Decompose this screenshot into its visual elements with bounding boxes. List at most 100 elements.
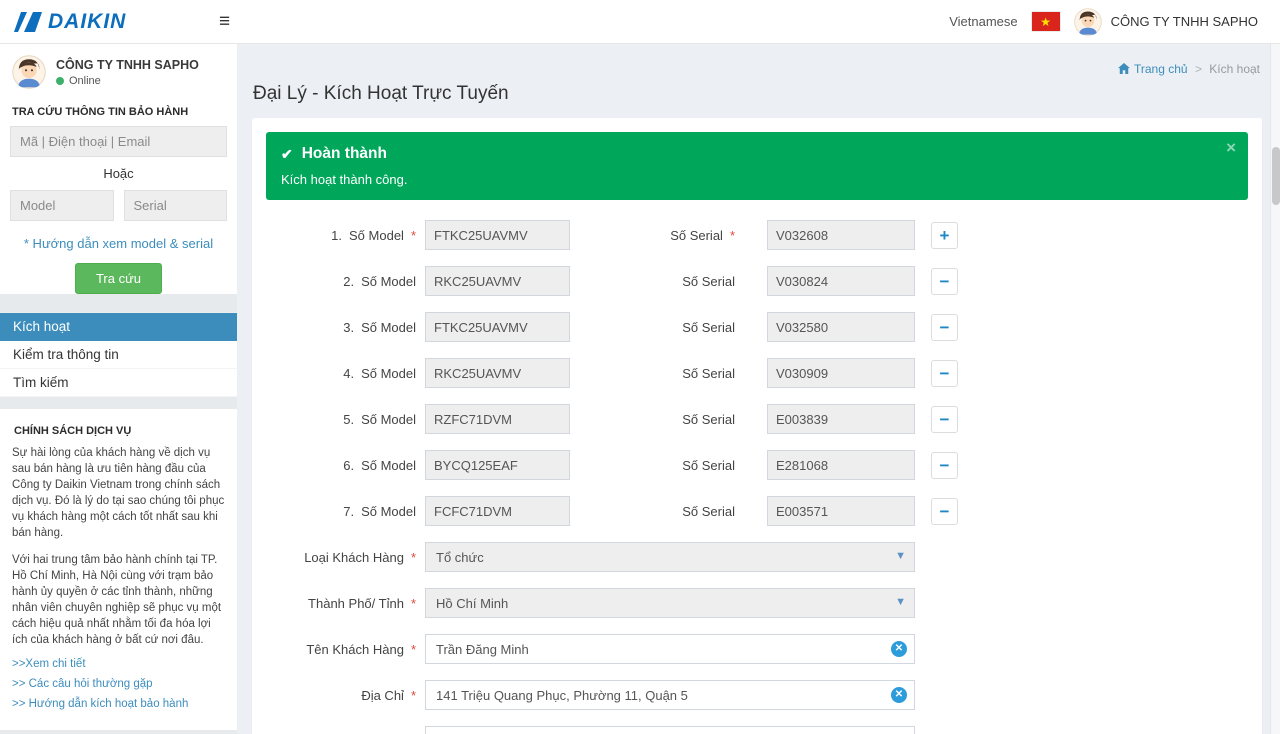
sidebar-user-name: CÔNG TY TNHH SAPHO: [56, 57, 199, 73]
header-user-name: CÔNG TY TNHH SAPHO: [1111, 14, 1258, 29]
lookup-title: TRA CỨU THÔNG TIN BẢO HÀNH: [10, 100, 227, 126]
model-label: 7.Số Model: [266, 504, 416, 519]
model-serial-row: 6.Số Model Số Serial −: [266, 450, 1248, 480]
model-serial-row: 4.Số Model Số Serial −: [266, 358, 1248, 388]
address-input[interactable]: [425, 680, 915, 710]
service-policy-panel: CHÍNH SÁCH DỊCH VỤ Sự hài lòng của khách…: [0, 409, 237, 730]
serial-label: Số Serial: [570, 504, 735, 519]
customer-name-input[interactable]: [425, 634, 915, 664]
address-row: Địa Chỉ* ✕: [266, 680, 1248, 710]
sidebar: CÔNG TY TNHH SAPHO Online TRA CỨU THÔNG …: [0, 44, 237, 734]
model-input[interactable]: [425, 496, 570, 526]
alert-title: Hoàn thành: [302, 145, 387, 163]
model-serial-row: 5.Số Model Số Serial −: [266, 404, 1248, 434]
remove-row-button[interactable]: −: [931, 314, 958, 341]
hamburger-menu-icon[interactable]: ≡: [219, 12, 230, 31]
success-alert: ✔ Hoàn thành Kích hoạt thành công. ×: [266, 132, 1248, 200]
serial-input[interactable]: [767, 266, 915, 296]
online-status-icon: [56, 77, 64, 85]
model-input[interactable]: [425, 358, 570, 388]
daikin-logo[interactable]: DAIKIN: [0, 10, 205, 34]
city-select[interactable]: Hồ Chí Minh: [425, 588, 915, 618]
policy-paragraph: Với hai trung tâm bảo hành chính tại TP.…: [12, 552, 225, 649]
warranty-lookup-panel: TRA CỨU THÔNG TIN BẢO HÀNH Hoặc * Hướng …: [0, 98, 237, 294]
lookup-search-input[interactable]: [10, 126, 227, 157]
model-input[interactable]: [425, 266, 570, 296]
faq-link[interactable]: >> Các câu hỏi thường gặp: [12, 678, 225, 690]
required-mark: *: [411, 228, 416, 243]
daikin-logo-icon: [14, 11, 42, 33]
model-input[interactable]: [425, 450, 570, 480]
check-icon: ✔: [281, 146, 293, 163]
brand-text: DAIKIN: [48, 10, 126, 34]
remove-row-button[interactable]: −: [931, 498, 958, 525]
model-serial-guide-link[interactable]: * Hướng dẫn xem model & serial: [10, 236, 227, 251]
home-icon: [1118, 63, 1130, 77]
customer-type-select[interactable]: Tổ chức: [425, 542, 915, 572]
serial-input[interactable]: [767, 450, 915, 480]
sidebar-avatar: [12, 55, 46, 89]
add-row-button[interactable]: +: [931, 222, 958, 249]
remove-row-button[interactable]: −: [931, 452, 958, 479]
remove-row-button[interactable]: −: [931, 406, 958, 433]
serial-label: Số Serial: [570, 366, 735, 381]
model-input[interactable]: [425, 404, 570, 434]
policy-title: CHÍNH SÁCH DỊCH VỤ: [12, 419, 225, 445]
scrollbar-thumb[interactable]: [1272, 147, 1280, 205]
required-mark: *: [730, 228, 735, 243]
sidebar-item-kiem-tra-thong-tin[interactable]: Kiểm tra thông tin: [0, 341, 237, 369]
serial-lookup-input[interactable]: [124, 190, 228, 221]
next-field-input-partial[interactable]: [425, 726, 915, 734]
serial-label: Số Serial: [570, 274, 735, 289]
page-scrollbar[interactable]: [1270, 44, 1280, 734]
remove-row-button[interactable]: −: [931, 268, 958, 295]
chevron-down-icon: ▼: [895, 596, 906, 608]
sidebar-item-kich-hoat[interactable]: Kích hoạt: [0, 313, 237, 341]
model-serial-row: 2.Số Model Số Serial −: [266, 266, 1248, 296]
model-label: 3.Số Model: [266, 320, 416, 335]
alert-close-icon[interactable]: ×: [1226, 139, 1236, 156]
model-label: 6.Số Model: [266, 458, 416, 473]
address-label: Địa Chỉ*: [266, 688, 416, 703]
remove-row-button[interactable]: −: [931, 360, 958, 387]
sidebar-user-panel: CÔNG TY TNHH SAPHO Online: [0, 44, 237, 98]
customer-name-row: Tên Khách Hàng* ✕: [266, 634, 1248, 664]
page-title: Đại Lý - Kích Hoạt Trực Tuyến: [253, 83, 1262, 105]
sidebar-item-tim-kiem[interactable]: Tìm kiếm: [0, 369, 237, 397]
clear-field-icon[interactable]: ✕: [891, 641, 907, 657]
model-input[interactable]: [425, 312, 570, 342]
breadcrumb-home-link[interactable]: Trang chủ: [1118, 62, 1188, 76]
required-mark: *: [411, 550, 416, 565]
customer-type-row: Loại Khách Hàng* Tổ chức ▼: [266, 542, 1248, 572]
header-user-menu[interactable]: CÔNG TY TNHH SAPHO: [1074, 8, 1258, 36]
language-label[interactable]: Vietnamese: [949, 14, 1017, 29]
serial-input[interactable]: [767, 220, 915, 250]
breadcrumb-current: Kích hoạt: [1209, 62, 1260, 76]
lookup-search-button[interactable]: Tra cứu: [75, 263, 162, 294]
model-serial-row: 7.Số Model Số Serial −: [266, 496, 1248, 526]
activation-guide-link[interactable]: >> Hướng dẫn kích hoạt bảo hành: [12, 698, 225, 710]
clear-field-icon[interactable]: ✕: [891, 687, 907, 703]
model-label: 1.Số Model*: [266, 228, 416, 243]
breadcrumb-separator: >: [1195, 62, 1202, 76]
or-label: Hoặc: [10, 166, 227, 181]
customer-name-label: Tên Khách Hàng*: [266, 642, 416, 657]
serial-input[interactable]: [767, 312, 915, 342]
vietnam-flag-icon[interactable]: ★: [1032, 12, 1060, 31]
customer-type-label: Loại Khách Hàng*: [266, 550, 416, 565]
model-input[interactable]: [425, 220, 570, 250]
next-field-row-partial: [266, 726, 1248, 734]
policy-detail-link[interactable]: >>Xem chi tiết: [12, 658, 225, 670]
model-label: 4.Số Model: [266, 366, 416, 381]
sidebar-menu: Kích hoạt Kiểm tra thông tin Tìm kiếm: [0, 312, 237, 397]
activation-form-card: ✔ Hoàn thành Kích hoạt thành công. × 1.S…: [252, 118, 1262, 734]
serial-input[interactable]: [767, 404, 915, 434]
serial-input[interactable]: [767, 496, 915, 526]
city-label: Thành Phố/ Tỉnh*: [266, 596, 416, 611]
model-lookup-input[interactable]: [10, 190, 114, 221]
serial-input[interactable]: [767, 358, 915, 388]
serial-label: Số Serial*: [570, 228, 735, 243]
chevron-down-icon: ▼: [895, 550, 906, 562]
required-mark: *: [411, 688, 416, 703]
serial-label: Số Serial: [570, 320, 735, 335]
